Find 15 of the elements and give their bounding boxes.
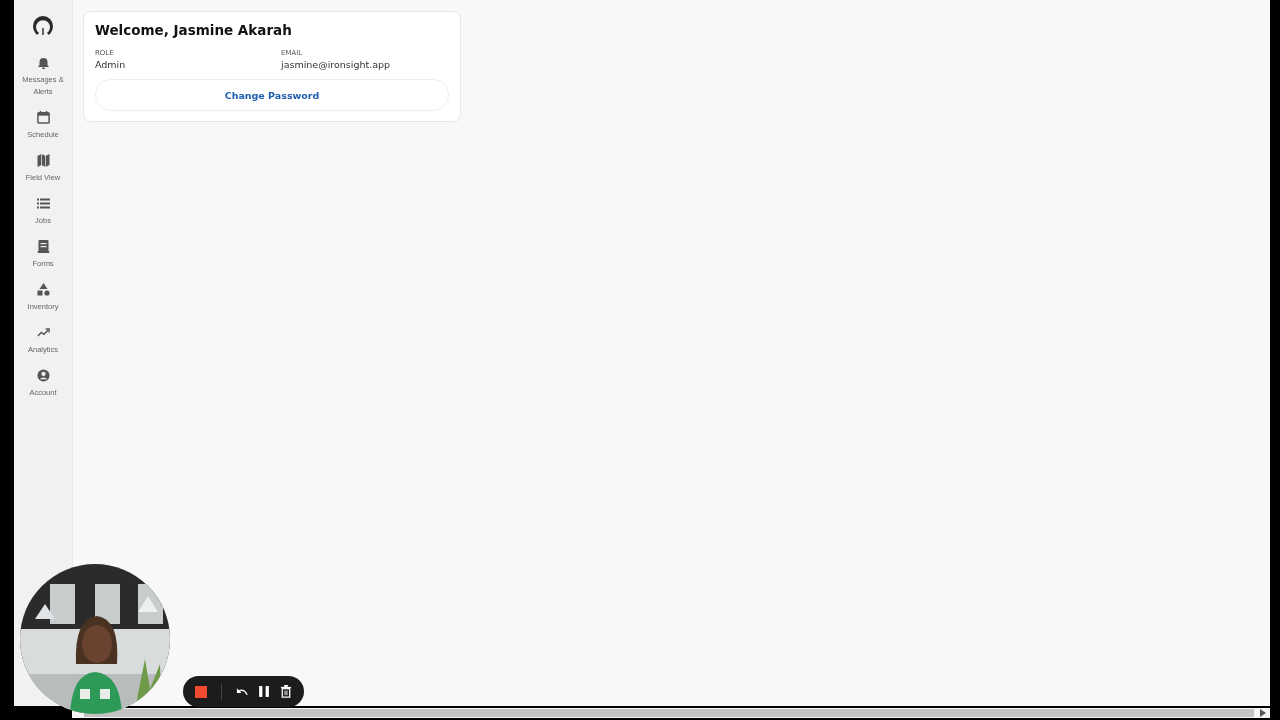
trend-icon[interactable] xyxy=(36,326,50,339)
calendar-icon[interactable] xyxy=(36,111,50,124)
bell-icon[interactable] xyxy=(36,56,50,69)
welcome-heading: Welcome, Jasmine Akarah xyxy=(95,22,293,38)
field-value: Admin xyxy=(95,59,127,70)
document-icon[interactable] xyxy=(36,240,50,253)
list-icon[interactable] xyxy=(36,197,50,210)
field-value: jasmine@ironsight.app xyxy=(281,59,392,70)
account-icon[interactable] xyxy=(36,369,50,382)
scroll-right-icon[interactable] xyxy=(1260,709,1266,717)
horizontal-scrollbar[interactable] xyxy=(72,708,1270,718)
shapes-icon[interactable] xyxy=(36,283,50,296)
change-password-button[interactable]: Change Password xyxy=(95,79,449,111)
map-icon[interactable] xyxy=(36,154,50,167)
logo-icon[interactable] xyxy=(32,15,54,37)
